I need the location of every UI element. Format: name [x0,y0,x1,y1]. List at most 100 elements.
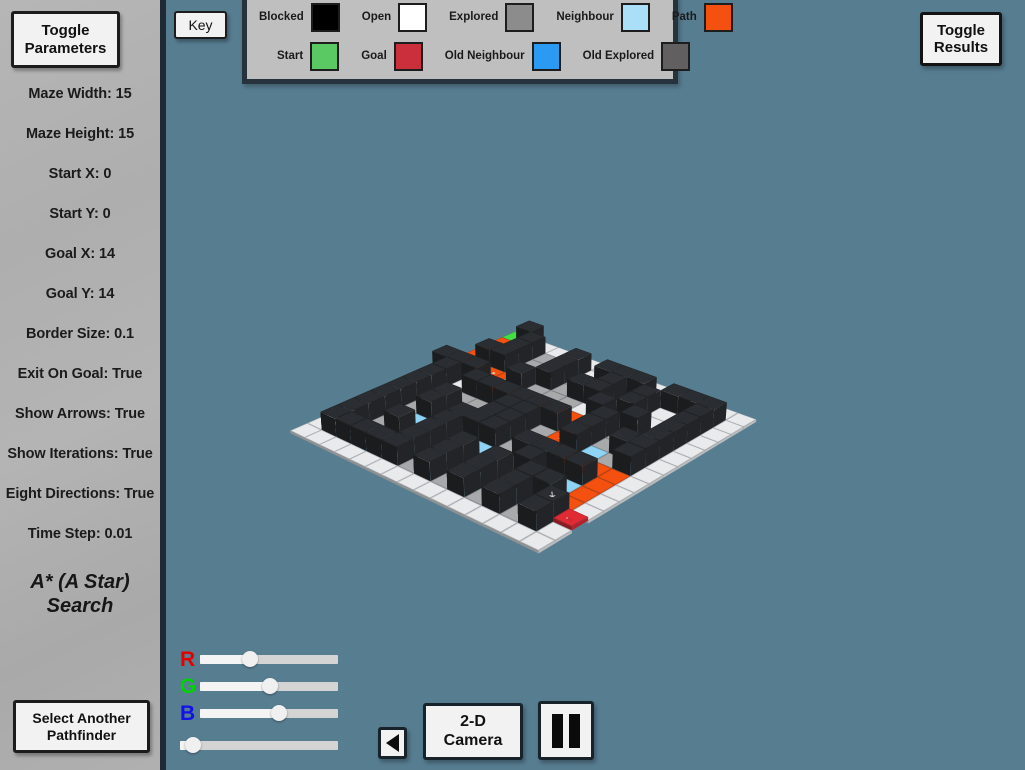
parameter-row[interactable]: Goal Y: 14 [0,286,160,302]
cell-top-face [372,387,403,401]
cell-side-face [494,407,510,433]
blocked-cell [608,426,642,461]
cell-side-face [413,490,431,502]
cell-top-face [637,429,669,444]
parameter-row[interactable]: Maze Width: 15 [0,86,160,102]
cell-side-face [673,424,688,452]
previous-camera-button[interactable] [378,727,407,759]
select-another-pathfinder-button[interactable]: Select Another Pathfinder [13,700,150,753]
blocked-cell [564,450,598,486]
blocked-cell [430,408,463,442]
slider-knob[interactable] [184,737,201,753]
cell-side-face [349,417,369,444]
slider-track[interactable] [200,705,338,721]
slider-row-r[interactable]: R [180,648,338,670]
cell-top-face [446,430,480,446]
toggle-results-button[interactable]: Toggle Results [920,12,1002,66]
cell-side-face [446,415,463,442]
blocked-cell [626,371,657,402]
parameter-row[interactable]: Border Size: 0.1 [0,326,160,342]
cell-side-face [536,397,553,407]
slider-knob[interactable] [270,705,287,721]
camera-mode-button[interactable]: 2-D Camera [423,703,523,760]
parameter-row[interactable]: Show Arrows: True [0,406,160,422]
open-cell [578,370,607,386]
cell-top-face: → [579,460,613,477]
explored-cell [369,414,401,432]
parameter-row[interactable]: Maze Height: 15 [0,126,160,142]
parameter-row[interactable]: Show Iterations: True [0,446,160,462]
blocked-cell [532,467,567,504]
cell-side-face [538,540,556,554]
key-legend-item: Start [277,41,340,71]
parameter-row[interactable]: Start Y: 0 [0,206,160,222]
parameter-row[interactable]: Start X: 0 [0,166,160,182]
cell-side-face [630,476,650,487]
cell-side-face [447,412,463,423]
open-cell [639,381,669,397]
open-cell [560,352,589,368]
key-toggle-button[interactable]: Key [174,11,227,39]
parameter-row[interactable]: Time Step: 0.01 [0,526,160,542]
cell-top-face [496,455,530,471]
cell-side-face [630,448,646,477]
path-direction-arrow: ↑ [454,358,469,365]
slider-track[interactable] [200,678,338,694]
cell-top-face [462,408,495,423]
cell-side-face [464,497,482,509]
explored-cell [521,384,551,400]
cell-top-face [521,384,551,398]
cell-side-face [461,375,478,399]
cell-side-face [505,367,522,391]
cell-top-face [501,331,530,343]
cell-side-face [499,514,518,526]
cell-side-face [593,376,607,386]
cell-side-face [398,442,416,454]
cell-side-face [707,406,721,417]
blocked-cell [503,337,533,366]
slider-row-g[interactable]: G [180,675,338,697]
slider-row-b[interactable]: B [180,702,338,724]
cell-side-face [574,420,592,446]
slider-track[interactable] [200,651,338,667]
maze-3d-viewport[interactable]: ↑ ↑ ↑ ↗ ↗ ↑ ↑ ↑ ↗ → → ↘ ← [290,240,760,640]
cell-side-face [461,385,477,395]
cell-side-face [639,381,653,391]
blocked-cell [585,391,617,424]
cell-side-face [597,476,616,488]
slider-knob[interactable] [241,651,258,667]
pause-button[interactable] [538,701,594,760]
path-cell [571,416,603,434]
cell-side-face [496,463,514,474]
slider-channel-label: B [180,701,196,725]
cell-side-face [580,389,597,399]
cell-top-face [447,379,477,393]
toggle-parameters-button[interactable]: Toggle Parameters [11,11,120,68]
cell-side-face [364,466,381,478]
cell-side-face [504,372,520,381]
explored-cell [447,464,481,484]
cell-top-face [337,397,369,412]
slider-knob[interactable] [262,678,279,694]
cell-top-face [461,356,491,369]
cell-top-face [623,375,653,389]
cell-top-face [696,395,727,410]
cell-top-face [646,407,678,422]
blocked-cell [446,401,479,434]
parameter-row[interactable]: Goal X: 14 [0,246,160,262]
cell-side-face [655,387,669,397]
open-cell [340,401,372,418]
cell-top-face [495,439,528,456]
parameter-row[interactable]: Exit On Goal: True [0,366,160,382]
parameter-row[interactable]: Eight Directions: True [0,486,160,502]
cell-side-face [616,408,630,419]
cell-side-face [585,398,603,424]
cell-side-face [402,386,418,397]
cell-side-face [538,403,553,414]
slider-row-alpha[interactable] [180,734,338,756]
open-cell [600,484,635,505]
cell-side-face [615,484,635,496]
cell-top-face [597,468,631,485]
slider-track[interactable] [180,737,338,753]
path-direction-arrow: ↑ [499,388,515,395]
